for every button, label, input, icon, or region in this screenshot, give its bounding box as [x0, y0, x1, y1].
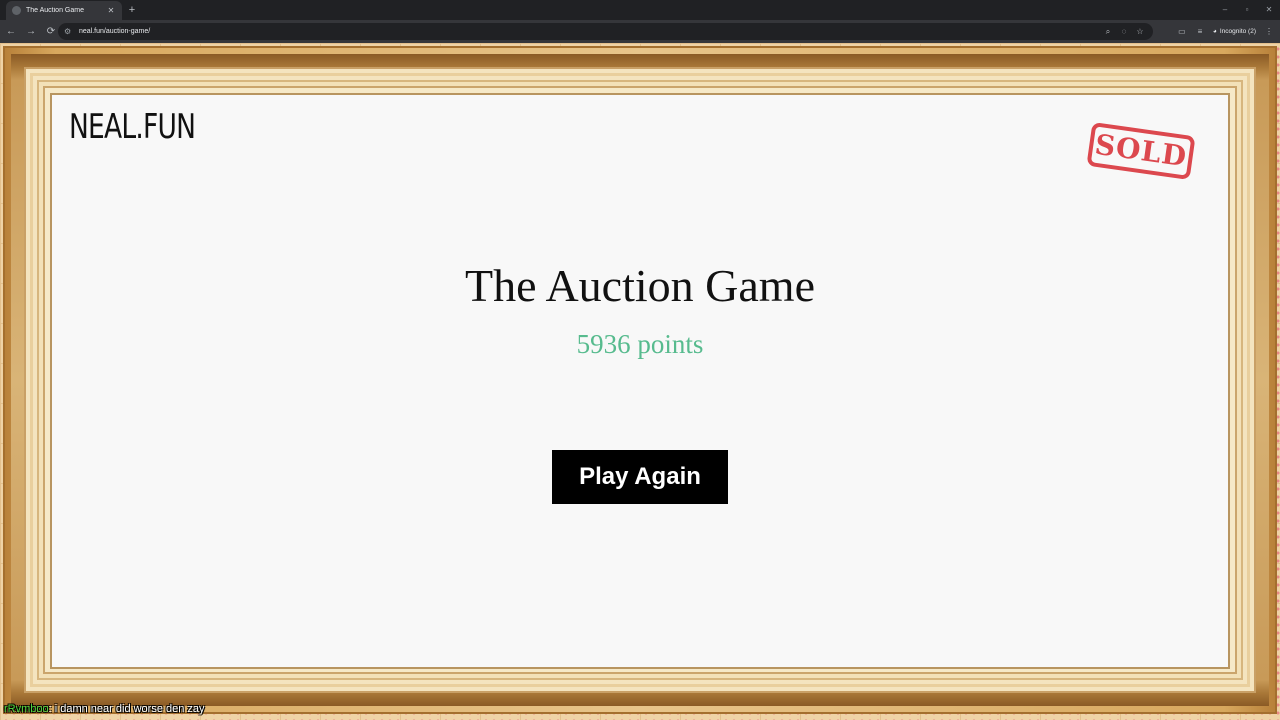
page-title: The Auction Game [464, 260, 815, 311]
incognito-badge[interactable]: ◕ Incognito (2) [1213, 28, 1256, 35]
incognito-label: Incognito (2) [1219, 28, 1256, 35]
tab-strip: The Auction Game ✕ + – ▫ ✕ [0, 0, 1280, 20]
back-button[interactable]: ← [2, 23, 20, 41]
favicon-icon [12, 6, 21, 15]
zoom-icon[interactable]: ⌕ [1103, 27, 1113, 37]
new-tab-button[interactable]: + [126, 3, 138, 17]
browser-tab[interactable]: The Auction Game ✕ [6, 1, 122, 20]
window-controls: – ▫ ✕ [1214, 0, 1280, 20]
chat-username: rRvmboo [4, 703, 49, 715]
media-icon[interactable]: ≡ [1195, 27, 1205, 36]
site-info-icon[interactable]: ⚙ [64, 27, 76, 36]
score-text: 5936 points [576, 329, 704, 359]
chat-text: : i damn near did worse den zay [48, 703, 205, 715]
chat-message: rRvmboo: i damn near did worse den zay [4, 703, 205, 717]
page-viewport: NEAL.FUN SOLD The Auction Game 5936 poin… [0, 43, 1280, 720]
menu-icon[interactable]: ⋮ [1264, 27, 1274, 36]
sidebar-icon[interactable]: ▭ [1177, 27, 1187, 36]
restore-button[interactable]: ▫ [1236, 0, 1258, 20]
site-logo[interactable]: NEAL.FUN [69, 107, 196, 147]
game-canvas: NEAL.FUN SOLD The Auction Game 5936 poin… [50, 93, 1230, 669]
toolbar-right: ▭ ≡ ◕ Incognito (2) ⋮ [1177, 23, 1274, 40]
tab-close-icon[interactable]: ✕ [106, 6, 116, 15]
minimize-button[interactable]: – [1214, 0, 1236, 20]
browser-toolbar: ← → ⟳ ⚙ neal.fun/auction-game/ ⌕ ◌ ☆ ▭ ≡… [0, 20, 1280, 43]
forward-button[interactable]: → [22, 23, 40, 41]
url-text[interactable]: neal.fun/auction-game/ [79, 28, 150, 35]
incognito-icon: ◕ [1212, 28, 1217, 35]
eye-off-icon[interactable]: ◌ [1119, 27, 1129, 36]
tab-title: The Auction Game [26, 7, 84, 14]
star-icon[interactable]: ☆ [1135, 27, 1145, 36]
play-again-button[interactable]: Play Again [552, 450, 728, 504]
close-window-button[interactable]: ✕ [1258, 0, 1280, 20]
sold-stamp: SOLD [1086, 121, 1196, 181]
address-bar[interactable]: ⚙ neal.fun/auction-game/ ⌕ ◌ ☆ [58, 23, 1153, 40]
